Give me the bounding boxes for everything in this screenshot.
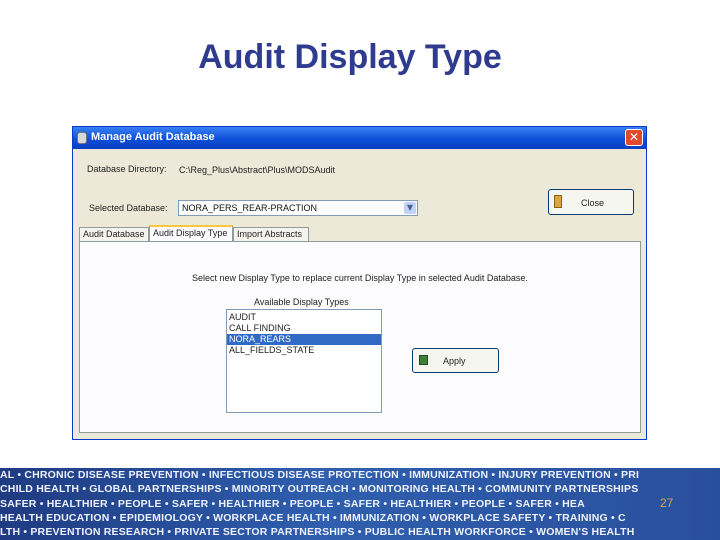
tab-audit-display-type[interactable]: Audit Display Type [149, 225, 233, 242]
banner-line: AL • CHRONIC DISEASE PREVENTION • INFECT… [0, 469, 640, 481]
tab-audit-database[interactable]: Audit Database [79, 227, 149, 241]
banner-line: CHILD HEALTH • GLOBAL PARTNERSHIPS • MIN… [0, 483, 639, 495]
list-item-all-fields-state[interactable]: ALL_FIELDS_STATE [227, 345, 381, 356]
display-types-listbox[interactable]: AUDIT CALL FINDING NORA_REARS ALL_FIELDS… [226, 309, 382, 413]
instruction-text: Select new Display Type to replace curre… [192, 273, 528, 283]
list-item-call-finding[interactable]: CALL FINDING [227, 323, 381, 334]
apply-button[interactable]: Apply [412, 348, 499, 373]
footer-banner: AL • CHRONIC DISEASE PREVENTION • INFECT… [0, 468, 720, 540]
list-item-audit[interactable]: AUDIT [227, 312, 381, 323]
banner-line: HEALTH EDUCATION • EPIDEMIOLOGY • WORKPL… [0, 512, 626, 524]
apply-button-label: Apply [443, 356, 466, 366]
manage-audit-database-window: Manage Audit Database ✕ Database Directo… [72, 126, 647, 440]
door-icon [554, 195, 562, 208]
page-number: 27 [660, 496, 674, 510]
database-icon [77, 132, 87, 144]
close-button[interactable]: Close [548, 189, 634, 215]
tab-import-abstracts[interactable]: Import Abstracts [233, 227, 309, 241]
window-titlebar[interactable]: Manage Audit Database ✕ [73, 127, 646, 149]
audit-display-type-panel: Select new Display Type to replace curre… [79, 241, 641, 433]
list-item-nora-rears[interactable]: NORA_REARS [227, 334, 381, 345]
apply-icon [419, 355, 428, 365]
banner-line: SAFER • HEALTHIER • PEOPLE • SAFER • HEA… [0, 498, 585, 510]
selected-database-value: NORA_PERS_REAR-PRACTION [182, 203, 318, 213]
chevron-down-icon[interactable]: ▼ [404, 202, 416, 214]
database-directory-label: Database Directory: [87, 164, 167, 174]
banner-line: LTH • PREVENTION RESEARCH • PRIVATE SECT… [0, 526, 635, 538]
selected-database-combo[interactable]: NORA_PERS_REAR-PRACTION ▼ [178, 200, 418, 216]
slide-title: Audit Display Type [198, 38, 502, 76]
selected-database-label: Selected Database: [89, 203, 168, 213]
window-title: Manage Audit Database [91, 131, 215, 143]
database-directory-value: C:\Reg_Plus\Abstract\Plus\MODSAudit [179, 165, 336, 175]
close-button-label: Close [581, 198, 605, 208]
window-close-button[interactable]: ✕ [625, 129, 643, 146]
available-display-types-label: Available Display Types [254, 297, 349, 307]
